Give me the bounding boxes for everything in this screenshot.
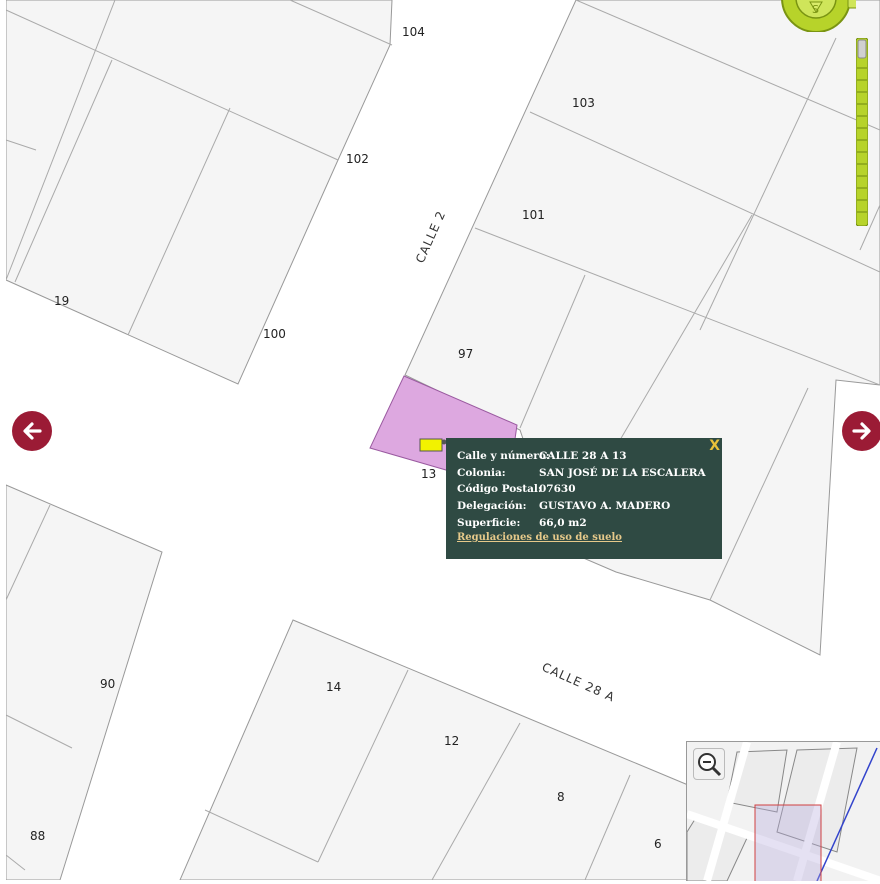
lot-number: 104 bbox=[402, 25, 425, 39]
pan-left-button[interactable] bbox=[12, 411, 52, 451]
map-left-edge bbox=[0, 0, 6, 880]
popup-close-button[interactable]: X bbox=[709, 438, 720, 454]
popup-row-colonia: Colonia: SAN JOSÉ DE LA ESCALERA bbox=[457, 465, 712, 482]
lot-number: 19 bbox=[54, 294, 69, 308]
popup-value: 07630 bbox=[539, 483, 576, 496]
lot-number: 90 bbox=[100, 677, 115, 691]
popup-value: GUSTAVO A. MADERO bbox=[539, 500, 671, 513]
lot-number: 88 bbox=[30, 829, 45, 843]
lot-number: 97 bbox=[458, 347, 473, 361]
lot-number: 100 bbox=[263, 327, 286, 341]
pan-right-button[interactable] bbox=[842, 411, 880, 451]
lot-number: 14 bbox=[326, 680, 341, 694]
lot-number: 103 bbox=[572, 96, 595, 110]
popup-row-postal-code: Código Postal: 07630 bbox=[457, 481, 712, 498]
overview-zoom-button[interactable] bbox=[693, 748, 725, 780]
arrow-left-icon bbox=[23, 422, 42, 440]
popup-row-address: Calle y número: CALLE 28 A 13 bbox=[457, 448, 712, 465]
location-marker-icon[interactable] bbox=[419, 438, 447, 453]
compass-south-label: S bbox=[812, 3, 819, 16]
arrow-right-icon bbox=[852, 422, 871, 440]
popup-label: Delegación: bbox=[457, 500, 527, 513]
popup-value: 66,0 m2 bbox=[539, 516, 587, 529]
popup-value: SAN JOSÉ DE LA ESCALERA bbox=[539, 466, 706, 479]
lot-number: 12 bbox=[444, 734, 459, 748]
land-use-regulations-link[interactable]: Regulaciones de uso de suelo bbox=[457, 532, 622, 543]
popup-label: Código Postal: bbox=[457, 483, 542, 496]
popup-label: Colonia: bbox=[457, 466, 506, 479]
popup-row-superficie: Superficie: 66,0 m2 bbox=[457, 514, 712, 531]
magnifier-minus-icon bbox=[698, 753, 722, 777]
lot-number: 101 bbox=[522, 208, 545, 222]
popup-label: Calle y número: bbox=[457, 450, 550, 463]
compass-control[interactable]: S bbox=[776, 0, 859, 33]
lot-number: 8 bbox=[557, 790, 565, 804]
lot-number: 13 bbox=[421, 467, 436, 481]
zoom-slider[interactable] bbox=[855, 37, 869, 227]
popup-label: Superficie: bbox=[457, 516, 521, 529]
parcel-info-popup: X Calle y número: CALLE 28 A 13 Colonia:… bbox=[446, 438, 722, 559]
lot-number: 6 bbox=[654, 837, 662, 851]
overview-map[interactable] bbox=[686, 741, 880, 881]
popup-value: CALLE 28 A 13 bbox=[539, 450, 627, 463]
lot-number: 102 bbox=[346, 152, 369, 166]
popup-row-delegacion: Delegación: GUSTAVO A. MADERO bbox=[457, 498, 712, 515]
